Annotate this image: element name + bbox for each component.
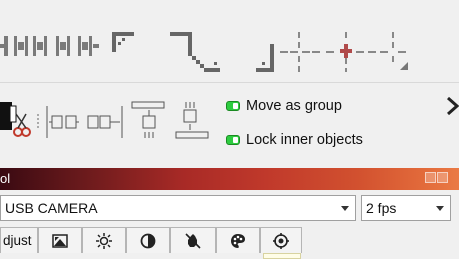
chevron-right-icon[interactable] xyxy=(446,96,459,116)
move-as-group-toggle[interactable] xyxy=(226,101,240,111)
fps-select[interactable]: 2 fps xyxy=(361,195,451,221)
lock-inner-objects-toggle[interactable] xyxy=(226,135,240,145)
tooltip-edge xyxy=(263,253,301,259)
close-window-icon[interactable] xyxy=(437,172,448,183)
panel-title: ol xyxy=(0,171,11,186)
camera-select[interactable]: USB CAMERA xyxy=(0,195,356,221)
lock-inner-objects-option[interactable]: Lock inner objects xyxy=(226,132,363,148)
expand-horizontal-icon[interactable] xyxy=(46,106,79,138)
tab-brightness[interactable] xyxy=(82,227,126,253)
cut-icon[interactable] xyxy=(0,102,31,137)
tab-adjust-label: djust xyxy=(3,233,32,248)
saturation-icon xyxy=(185,232,201,249)
layout-toolbar-icons xyxy=(0,101,209,139)
float-window-icon[interactable] xyxy=(425,172,436,183)
palette-icon xyxy=(231,233,245,248)
grip-handle-icon[interactable] xyxy=(37,114,39,128)
chevron-down-icon xyxy=(341,206,349,211)
layout-toolbar: Move as group Lock inner objects xyxy=(0,84,459,164)
expand-vertical-icon[interactable] xyxy=(131,101,165,138)
camera-select-value: USB CAMERA xyxy=(5,200,98,216)
bottom-left-corner-icon[interactable] xyxy=(256,44,274,72)
target-icon xyxy=(273,232,289,249)
tab-palette[interactable] xyxy=(216,227,260,253)
image-icon xyxy=(52,233,68,248)
tab-image[interactable] xyxy=(38,227,82,253)
toolbar-separator xyxy=(0,82,459,83)
chevron-down-icon xyxy=(436,206,444,211)
tab-saturation[interactable] xyxy=(170,227,216,253)
grid-cross-center-icon[interactable] xyxy=(326,32,408,72)
alignment-toolbar-icons xyxy=(0,32,408,72)
lock-inner-objects-label: Lock inner objects xyxy=(246,132,363,148)
adjust-tabs: djust xyxy=(0,227,459,259)
expand-horizontal-2-icon[interactable] xyxy=(87,106,123,138)
move-as-group-option[interactable]: Move as group xyxy=(226,98,342,114)
top-left-corner-icon[interactable] xyxy=(112,32,134,52)
distribute-vertical-icon[interactable] xyxy=(0,36,47,56)
grid-cross-icon[interactable] xyxy=(280,32,320,72)
camera-panel: USB CAMERA 2 fps djust xyxy=(0,190,459,259)
tab-adjust[interactable]: djust xyxy=(0,227,38,253)
fps-select-value: 2 fps xyxy=(366,200,397,216)
tab-target[interactable] xyxy=(260,227,302,253)
contrast-icon xyxy=(140,233,156,248)
panel-titlebar: ol xyxy=(0,168,459,190)
alignment-toolbar xyxy=(0,0,459,82)
expand-vertical-2-icon[interactable] xyxy=(175,102,209,139)
brightness-icon xyxy=(96,232,112,249)
top-right-corner-icon[interactable] xyxy=(170,32,220,72)
tab-contrast[interactable] xyxy=(126,227,170,253)
move-as-group-label: Move as group xyxy=(246,98,342,114)
distribute-vertical-2-icon[interactable] xyxy=(56,36,99,56)
